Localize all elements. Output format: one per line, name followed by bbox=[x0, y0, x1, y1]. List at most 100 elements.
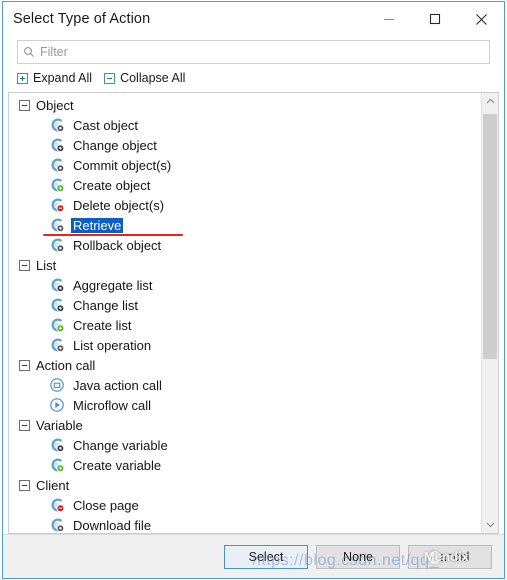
tree-item[interactable]: Create variable bbox=[9, 455, 481, 475]
collapse-toggle-icon[interactable] bbox=[19, 359, 30, 371]
collapse-toggle-icon[interactable] bbox=[19, 419, 30, 431]
object-rollback-icon bbox=[49, 237, 66, 253]
tree-item[interactable]: Change object bbox=[9, 135, 481, 155]
tree-group-list[interactable]: List bbox=[9, 255, 481, 275]
tree-item-label: Download file bbox=[73, 517, 152, 533]
object-retrieve-icon bbox=[49, 217, 66, 233]
tree-item[interactable]: Create object bbox=[9, 175, 481, 195]
tree-item[interactable]: Aggregate list bbox=[9, 275, 481, 295]
tree-item-label: Cast object bbox=[73, 117, 139, 133]
list-aggregate-icon bbox=[49, 277, 66, 293]
tree-item[interactable]: Commit object(s) bbox=[9, 155, 481, 175]
variable-create-icon bbox=[51, 458, 65, 473]
tree-group-object[interactable]: Object bbox=[9, 95, 481, 115]
screenshot-root: Select Type of Action Filter Expand All … bbox=[0, 0, 507, 580]
tree-item[interactable]: Retrieve bbox=[9, 215, 481, 235]
tree-item-label: Java action call bbox=[73, 377, 162, 393]
scroll-down-button[interactable] bbox=[482, 516, 498, 533]
scroll-up-button[interactable] bbox=[482, 93, 498, 110]
tree-item[interactable]: Close page bbox=[9, 495, 481, 515]
minus-box-icon bbox=[104, 72, 116, 84]
minimize-icon bbox=[384, 18, 394, 21]
tree-item[interactable]: Rollback object bbox=[9, 235, 481, 255]
tree-vertical-scrollbar[interactable] bbox=[481, 93, 498, 533]
tree-group-action-call[interactable]: Action call bbox=[9, 355, 481, 375]
object-retrieve-icon bbox=[51, 218, 65, 233]
java-action-icon bbox=[50, 378, 64, 392]
variable-change-icon bbox=[49, 437, 66, 453]
expand-all-button[interactable]: Expand All bbox=[17, 71, 92, 85]
list-change-icon bbox=[51, 298, 65, 313]
none-button[interactable]: None bbox=[316, 544, 400, 569]
tree-item-label: Delete object(s) bbox=[73, 197, 165, 213]
action-type-tree-panel: Object Cast object Change object Commit obj… bbox=[8, 92, 499, 534]
tree-item[interactable]: Microflow call bbox=[9, 395, 481, 415]
tree-item-label: Commit object(s) bbox=[73, 157, 172, 173]
tree-item[interactable]: Delete object(s) bbox=[9, 195, 481, 215]
tree-item-label: Microflow call bbox=[73, 397, 152, 413]
tree-item-label: Close page bbox=[73, 497, 139, 513]
expand-all-label: Expand All bbox=[33, 71, 93, 85]
minimize-button[interactable] bbox=[366, 2, 412, 36]
tree-item-label: Aggregate list bbox=[73, 277, 153, 293]
tree-item[interactable]: Download file bbox=[9, 515, 481, 533]
tree-item[interactable]: Create list bbox=[9, 315, 481, 335]
microflow-icon bbox=[49, 397, 66, 413]
filter-box[interactable] bbox=[17, 40, 490, 64]
scroll-track[interactable] bbox=[482, 110, 498, 516]
object-delete-icon bbox=[49, 197, 66, 213]
collapse-toggle-icon[interactable] bbox=[19, 99, 30, 111]
collapse-toggle-icon[interactable] bbox=[19, 479, 30, 491]
object-commit-icon bbox=[51, 158, 65, 173]
select-type-of-action-dialog: Select Type of Action Filter Expand All … bbox=[2, 1, 505, 579]
close-icon bbox=[475, 13, 487, 25]
title-bar: Select Type of Action bbox=[3, 2, 504, 36]
cancel-button[interactable]: Cancel bbox=[408, 544, 492, 569]
tree-item[interactable]: Change variable bbox=[9, 435, 481, 455]
tree-item[interactable]: Change list bbox=[9, 295, 481, 315]
object-create-icon bbox=[51, 178, 65, 193]
tree-group-label: Object bbox=[36, 97, 74, 113]
scroll-thumb[interactable] bbox=[483, 114, 497, 359]
tree-item[interactable]: Java action call bbox=[9, 375, 481, 395]
tree-item-label: Create variable bbox=[73, 457, 162, 473]
collapse-all-label: Collapse All bbox=[120, 71, 186, 85]
tree-item-label: Change object bbox=[73, 137, 157, 153]
tree-item[interactable]: List operation bbox=[9, 335, 481, 355]
tree-item-label: List operation bbox=[73, 337, 152, 353]
client-download-icon bbox=[51, 518, 65, 533]
maximize-icon bbox=[429, 13, 441, 25]
tree-group-variable[interactable]: Variable bbox=[9, 415, 481, 435]
action-type-tree[interactable]: Object Cast object Change object Commit obj… bbox=[9, 93, 481, 533]
list-create-icon bbox=[51, 318, 65, 333]
variable-change-icon bbox=[51, 438, 65, 453]
maximize-button[interactable] bbox=[412, 2, 458, 36]
client-close-icon bbox=[49, 497, 66, 513]
tree-group-client[interactable]: Client bbox=[9, 475, 481, 495]
chevron-down-icon bbox=[486, 522, 494, 528]
window-title: Select Type of Action bbox=[13, 11, 151, 27]
tree-item-label: Change list bbox=[73, 297, 139, 313]
plus-box-icon bbox=[17, 72, 28, 84]
tree-item-label: Create object bbox=[73, 177, 151, 193]
tree-group-label: Client bbox=[36, 477, 70, 493]
filter-row bbox=[3, 36, 504, 66]
object-cast-icon bbox=[49, 117, 66, 133]
dialog-footer: Select None Cancel bbox=[3, 534, 504, 578]
chevron-up-icon bbox=[486, 98, 494, 104]
object-create-icon bbox=[49, 177, 66, 193]
select-button[interactable]: Select bbox=[224, 544, 308, 569]
tree-group-label: List bbox=[36, 257, 57, 273]
collapse-all-button[interactable]: Collapse All bbox=[104, 71, 185, 85]
variable-create-icon bbox=[49, 457, 66, 473]
object-change-icon bbox=[51, 138, 65, 153]
close-button[interactable] bbox=[458, 2, 504, 36]
tree-toolbar: Expand All Collapse All bbox=[3, 66, 504, 88]
tree-item[interactable]: Cast object bbox=[9, 115, 481, 135]
object-delete-icon bbox=[51, 198, 65, 213]
collapse-toggle-icon[interactable] bbox=[19, 259, 30, 271]
list-aggregate-icon bbox=[51, 278, 65, 293]
search-icon bbox=[18, 46, 40, 58]
filter-input[interactable] bbox=[40, 42, 489, 62]
object-commit-icon bbox=[49, 157, 66, 173]
